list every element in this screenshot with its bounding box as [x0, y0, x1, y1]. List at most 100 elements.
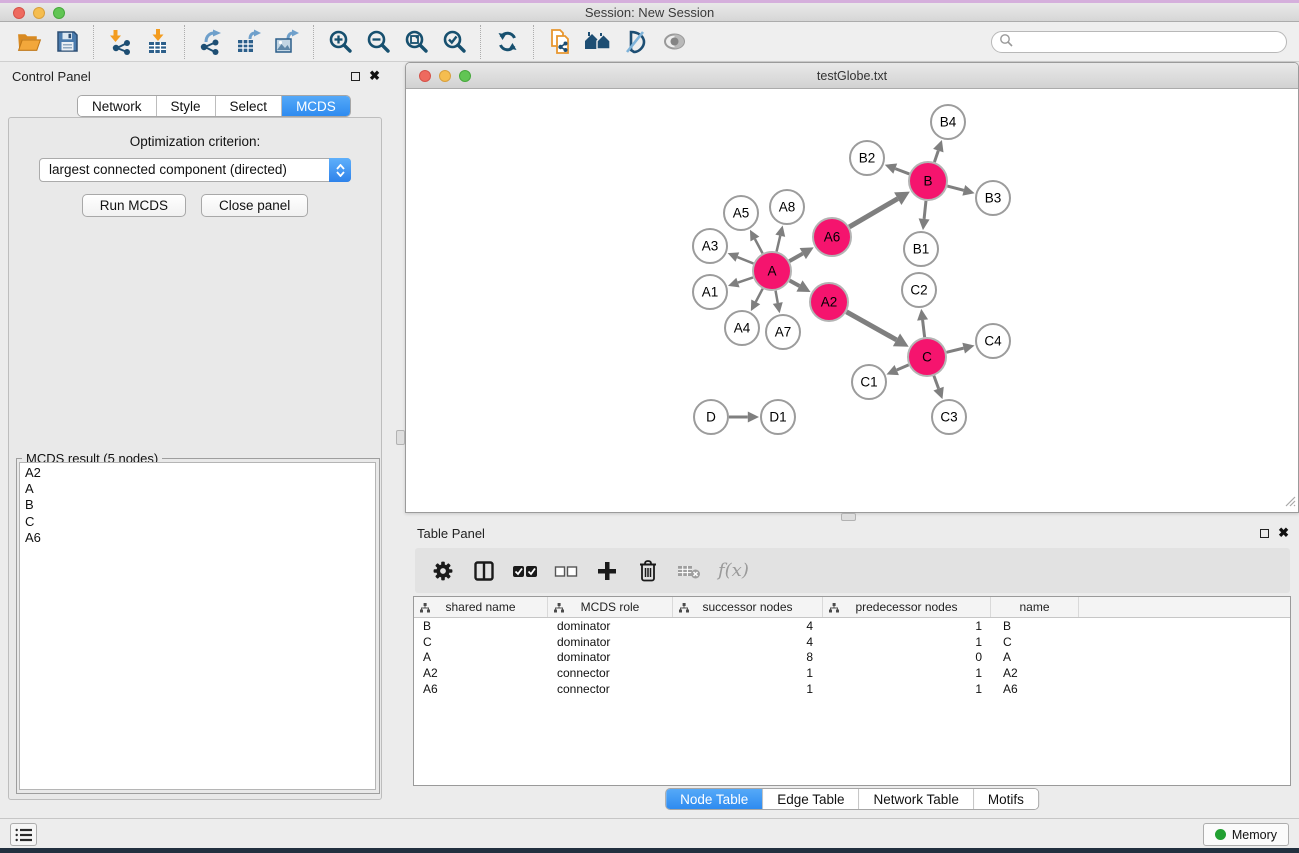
- list-item: A6: [25, 530, 370, 546]
- tab-network-table[interactable]: Network Table: [860, 789, 974, 809]
- hierarchy-icon: [420, 602, 430, 616]
- graph-edge-A2-C[interactable]: [846, 312, 896, 340]
- show-hide-icon[interactable]: [655, 25, 693, 59]
- table-row[interactable]: A6 connector 1 1 A6: [414, 681, 1290, 697]
- cell-shared-name: B: [414, 619, 548, 633]
- import-table-icon[interactable]: [139, 25, 177, 59]
- mcds-result-list[interactable]: A2 A B C A6: [19, 462, 376, 790]
- column-header-predecessor-nodes[interactable]: predecessor nodes: [823, 597, 991, 617]
- float-panel-icon[interactable]: [1260, 529, 1269, 538]
- titlebar: Session: New Session: [0, 0, 1299, 22]
- tab-select[interactable]: Select: [216, 96, 283, 116]
- gear-icon[interactable]: [429, 556, 457, 586]
- tab-style[interactable]: Style: [157, 96, 216, 116]
- hierarchy-icon: [554, 602, 564, 616]
- graph-edge-C-C2[interactable]: [923, 320, 925, 337]
- refresh-icon[interactable]: [488, 25, 526, 59]
- run-mcds-button[interactable]: Run MCDS: [82, 194, 186, 217]
- task-history-button[interactable]: [10, 823, 37, 846]
- toolbar-separator: [533, 25, 534, 59]
- export-network-icon[interactable]: [192, 25, 230, 59]
- node-table[interactable]: shared name MCDS role successor nodes pr…: [413, 596, 1291, 786]
- select-all-icon[interactable]: [511, 556, 539, 586]
- trash-icon[interactable]: [634, 556, 662, 586]
- criterion-dropdown[interactable]: largest connected component (directed): [39, 158, 351, 182]
- graph-edge-C-C4[interactable]: [946, 348, 963, 352]
- cell-mcds-role: dominator: [548, 635, 673, 649]
- zoom-selected-icon[interactable]: [435, 25, 473, 59]
- cell-mcds-role: dominator: [548, 650, 673, 664]
- export-table-icon[interactable]: [230, 25, 268, 59]
- graph-edge-arrowhead: [728, 278, 740, 288]
- window-title: Session: New Session: [0, 5, 1299, 20]
- graph-edge-B-B3[interactable]: [947, 186, 963, 190]
- resize-handle-icon[interactable]: [1284, 495, 1296, 510]
- add-icon[interactable]: [593, 556, 621, 586]
- graph-edge-C-C1[interactable]: [897, 365, 909, 370]
- graph-edge-A-A6[interactable]: [789, 254, 802, 262]
- list-item: A2: [25, 465, 370, 481]
- graph-edge-A-A8[interactable]: [777, 236, 781, 252]
- graph-edge-A-A3[interactable]: [737, 257, 753, 263]
- graphics-details-icon[interactable]: [617, 25, 655, 59]
- graph-edge-B-B2[interactable]: [895, 169, 909, 174]
- tab-node-table[interactable]: Node Table: [666, 789, 763, 809]
- splitter-grip-vertical[interactable]: [396, 430, 405, 445]
- graph-node-label: B4: [940, 115, 957, 130]
- graph-edge-A-A1[interactable]: [738, 277, 753, 282]
- home-view-icon[interactable]: [579, 25, 617, 59]
- table-panel-header: Table Panel ✖: [405, 520, 1299, 546]
- tab-edge-table[interactable]: Edge Table: [763, 789, 859, 809]
- deselect-all-icon[interactable]: [552, 556, 580, 586]
- tab-mcds[interactable]: MCDS: [282, 96, 350, 116]
- search-input[interactable]: [1014, 33, 1286, 51]
- control-panel-tabs: Network Style Select MCDS: [77, 95, 351, 117]
- table-row[interactable]: A dominator 8 0 A: [414, 650, 1290, 666]
- zoom-fit-icon[interactable]: [397, 25, 435, 59]
- column-header-successor-nodes[interactable]: successor nodes: [673, 597, 823, 617]
- graph-edge-A6-B[interactable]: [849, 199, 897, 227]
- table-tabs: Node Table Edge Table Network Table Moti…: [665, 788, 1039, 810]
- open-file-icon[interactable]: [10, 25, 48, 59]
- column-header-name[interactable]: name: [991, 597, 1079, 617]
- graph-edge-arrowhead: [933, 140, 943, 152]
- mcds-result-group: MCDS result (5 nodes) A2 A B C A6: [16, 458, 380, 794]
- table-row[interactable]: B dominator 4 1 B: [414, 618, 1290, 634]
- float-panel-icon[interactable]: [351, 72, 360, 81]
- graph-edge-A-A2[interactable]: [790, 281, 800, 286]
- table-row[interactable]: A2 connector 1 1 A2: [414, 665, 1290, 681]
- close-panel-button[interactable]: Close panel: [201, 194, 308, 217]
- column-header-filler: [1079, 597, 1290, 617]
- search-field[interactable]: [991, 31, 1287, 53]
- delete-table-icon[interactable]: [675, 556, 703, 586]
- graph-edge-A-A5[interactable]: [755, 239, 763, 253]
- close-panel-icon[interactable]: ✖: [369, 71, 380, 81]
- graph-edge-C-C3[interactable]: [934, 376, 939, 389]
- export-image-icon[interactable]: [268, 25, 306, 59]
- hierarchy-icon: [679, 602, 689, 616]
- table-row[interactable]: C dominator 4 1 C: [414, 634, 1290, 650]
- graph-edge-B-B1[interactable]: [924, 201, 926, 219]
- close-panel-icon[interactable]: ✖: [1278, 528, 1289, 538]
- cell-name: C: [991, 635, 1079, 649]
- tab-network[interactable]: Network: [78, 96, 157, 116]
- graph-node-label: B: [923, 174, 932, 189]
- graph-edge-B-B4[interactable]: [934, 151, 938, 162]
- function-builder-icon[interactable]: f(x): [718, 560, 749, 581]
- zoom-out-icon[interactable]: [359, 25, 397, 59]
- save-session-icon[interactable]: [48, 25, 86, 59]
- graph-edge-A-A4[interactable]: [756, 289, 763, 302]
- graph-node-label: A4: [734, 321, 751, 336]
- cell-name: B: [991, 619, 1079, 633]
- network-window-titlebar: testGlobe.txt: [406, 63, 1298, 89]
- tab-motifs[interactable]: Motifs: [974, 789, 1038, 809]
- import-network-icon[interactable]: [101, 25, 139, 59]
- column-header-shared-name[interactable]: shared name: [414, 597, 548, 617]
- column-header-mcds-role[interactable]: MCDS role: [548, 597, 673, 617]
- columns-icon[interactable]: [470, 556, 498, 586]
- clone-network-icon[interactable]: [541, 25, 579, 59]
- network-canvas[interactable]: AA6A2BCA1A3A4A5A7A8B1B2B3B4C1C2C3C4DD1: [406, 89, 1298, 512]
- memory-button[interactable]: Memory: [1203, 823, 1289, 846]
- zoom-in-icon[interactable]: [321, 25, 359, 59]
- graph-edge-A-A7[interactable]: [776, 291, 778, 303]
